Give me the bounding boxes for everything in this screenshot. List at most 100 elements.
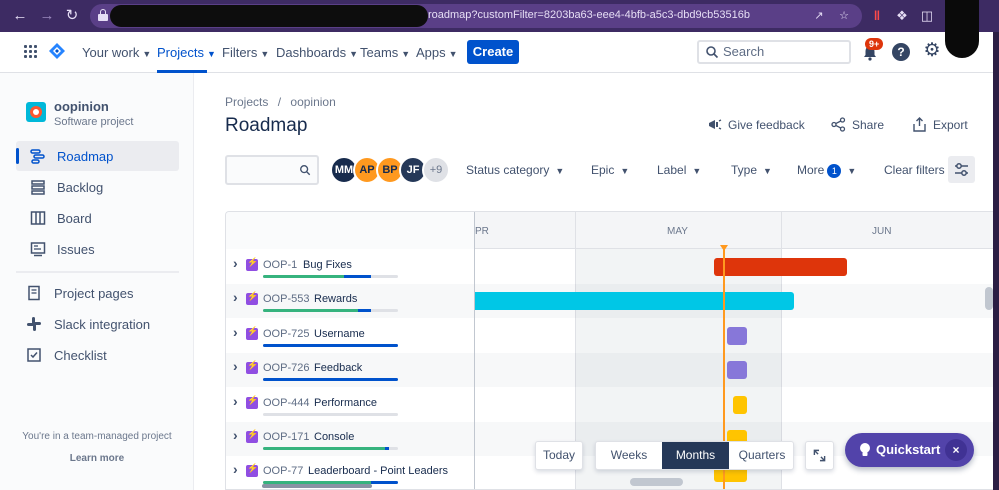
sidebar-item-backlog[interactable]: Backlog — [16, 172, 179, 202]
issue-summary[interactable]: Username — [314, 328, 365, 340]
forward-icon[interactable]: → — [37, 6, 57, 26]
extension-red-icon[interactable]: ‖ — [870, 7, 884, 25]
sidebar-item-checklist[interactable]: Checklist — [16, 340, 179, 370]
expand-row-chevron-icon[interactable]: › — [233, 324, 238, 340]
settings-gear-icon[interactable]: ⚙ — [922, 41, 942, 61]
timeline-bar[interactable] — [727, 361, 747, 380]
today-button[interactable]: Today — [535, 441, 583, 470]
extensions-puzzle-icon[interactable]: ❖ — [895, 7, 909, 25]
issue-summary[interactable]: Bug Fixes — [303, 259, 352, 271]
bookmark-star-icon[interactable]: ☆ — [837, 9, 851, 23]
nav-dashboards[interactable]: Dashboards ▼ — [276, 45, 358, 60]
issue-key[interactable]: OOP-444 — [263, 397, 309, 409]
expand-row-chevron-icon[interactable]: › — [233, 427, 238, 443]
sidebar-item-slack-integration[interactable]: Slack integration — [16, 309, 179, 339]
horizontal-scrollbar[interactable] — [630, 478, 683, 486]
sidebar-panel-icon[interactable]: ◫ — [920, 7, 934, 25]
roadmap-row[interactable]: › OOP-444 Performance — [226, 388, 993, 422]
project-sidebar: oopinion Software project Roadmap Backlo… — [0, 73, 194, 490]
reload-icon[interactable]: ↻ — [62, 6, 82, 26]
expand-row-chevron-icon[interactable]: › — [233, 358, 238, 374]
nav-projects[interactable]: Projects ▼ — [157, 45, 216, 60]
close-icon[interactable]: × — [945, 439, 967, 461]
roadmap-row[interactable]: › OOP-553 Rewards — [226, 284, 993, 318]
chevron-down-icon: ▼ — [620, 166, 630, 176]
zoom-months-button[interactable]: Months — [662, 442, 729, 469]
issue-summary[interactable]: Performance — [314, 397, 377, 409]
jira-logo-icon[interactable] — [49, 43, 65, 59]
sidebar-link-label: Slack integration — [54, 317, 151, 332]
sidebar-item-roadmap[interactable]: Roadmap — [16, 141, 179, 171]
breadcrumb-projects[interactable]: Projects — [225, 95, 268, 109]
epic-icon — [246, 463, 258, 478]
filter-status-category[interactable]: Status category ▼ — [466, 163, 564, 177]
filter-label-dropdown[interactable]: Label ▼ — [657, 163, 701, 177]
slack-icon — [27, 317, 41, 331]
view-settings-button[interactable] — [948, 156, 975, 183]
sidebar-item-issues[interactable]: Issues — [16, 234, 179, 264]
share-button[interactable]: Share — [831, 117, 884, 135]
expand-row-chevron-icon[interactable]: › — [233, 461, 238, 477]
filter-type[interactable]: Type ▼ — [731, 163, 772, 177]
help-icon[interactable]: ? — [892, 43, 910, 61]
issue-summary[interactable]: Console — [314, 431, 354, 443]
issue-key[interactable]: OOP-171 — [263, 431, 309, 443]
sidebar-item-project-pages[interactable]: Project pages — [16, 278, 179, 308]
nav-apps[interactable]: Apps ▼ — [416, 45, 458, 60]
issue-key[interactable]: OOP-1 — [263, 259, 297, 271]
roadmap-search-input[interactable] — [225, 155, 319, 185]
address-bar[interactable]: roadmap?customFilter=8203ba63-eee4-4bfb-… — [90, 4, 862, 28]
team-managed-note: You're in a team-managed project — [22, 431, 172, 442]
issue-key[interactable]: OOP-553 — [263, 293, 309, 305]
sidebar-item-board[interactable]: Board — [16, 203, 179, 233]
roadmap-row[interactable]: › OOP-1 Bug Fixes — [226, 250, 993, 284]
progress-done-segment — [263, 275, 344, 278]
give-feedback-button[interactable]: Give feedback — [707, 117, 805, 135]
export-button[interactable]: Export — [912, 117, 968, 135]
issue-key[interactable]: OOP-77 — [263, 465, 303, 477]
share-page-icon[interactable]: ↗ — [812, 9, 826, 23]
create-button[interactable]: Create — [467, 40, 519, 64]
timeline-bar[interactable] — [714, 258, 847, 276]
timeline-bar[interactable] — [727, 326, 747, 345]
vertical-scrollbar[interactable] — [985, 287, 993, 310]
roadmap-row[interactable]: › OOP-726 Feedback — [226, 353, 993, 387]
app-switcher-icon[interactable] — [24, 45, 37, 58]
progress-bar — [263, 378, 398, 382]
nav-filters[interactable]: Filters ▼ — [222, 45, 269, 60]
filter-epic[interactable]: Epic ▼ — [591, 163, 629, 177]
roadmap-row[interactable]: › OOP-725 Username — [226, 319, 993, 353]
back-icon[interactable]: ← — [10, 6, 30, 26]
learn-more-link[interactable]: Learn more — [0, 453, 194, 464]
quickstart-button[interactable]: Quickstart × — [845, 433, 974, 467]
issue-key[interactable]: OOP-726 — [263, 362, 309, 374]
share-icon — [831, 117, 846, 132]
breadcrumb-project[interactable]: oopinion — [290, 95, 335, 109]
expand-row-chevron-icon[interactable]: › — [233, 255, 238, 271]
issue-key[interactable]: OOP-725 — [263, 328, 309, 340]
filter-more[interactable]: More 1 ▼ — [797, 163, 856, 178]
more-avatars-button[interactable]: +9 — [422, 156, 450, 184]
url-text: roadmap?customFilter=8203ba63-eee4-4bfb-… — [428, 9, 750, 21]
expand-row-chevron-icon[interactable]: › — [233, 393, 238, 409]
month-label: JUN — [872, 226, 892, 237]
list-horizontal-scrollbar[interactable] — [262, 484, 372, 488]
chevron-down-icon: ▼ — [448, 49, 458, 59]
list-timeline-divider[interactable] — [474, 212, 475, 489]
fullscreen-button[interactable] — [805, 441, 834, 470]
timeline-bar[interactable] — [733, 395, 747, 414]
timeline-bar[interactable] — [474, 292, 794, 311]
nav-your-work[interactable]: Your work ▼ — [82, 45, 151, 60]
project-avatar[interactable] — [26, 102, 46, 122]
search-input[interactable]: Search — [697, 40, 851, 64]
zoom-quarters-button[interactable]: Quarters — [729, 442, 793, 469]
nav-teams[interactable]: Teams ▼ — [360, 45, 410, 60]
clear-filters-button[interactable]: Clear filters — [884, 163, 945, 177]
zoom-weeks-button[interactable]: Weeks — [596, 442, 662, 469]
issue-summary[interactable]: Leaderboard - Point Leaders — [308, 465, 448, 477]
epic-icon — [246, 326, 258, 340]
issue-summary[interactable]: Rewards — [314, 293, 357, 305]
project-name[interactable]: oopinion — [54, 99, 109, 114]
expand-row-chevron-icon[interactable]: › — [233, 289, 238, 305]
issue-summary[interactable]: Feedback — [314, 362, 362, 374]
